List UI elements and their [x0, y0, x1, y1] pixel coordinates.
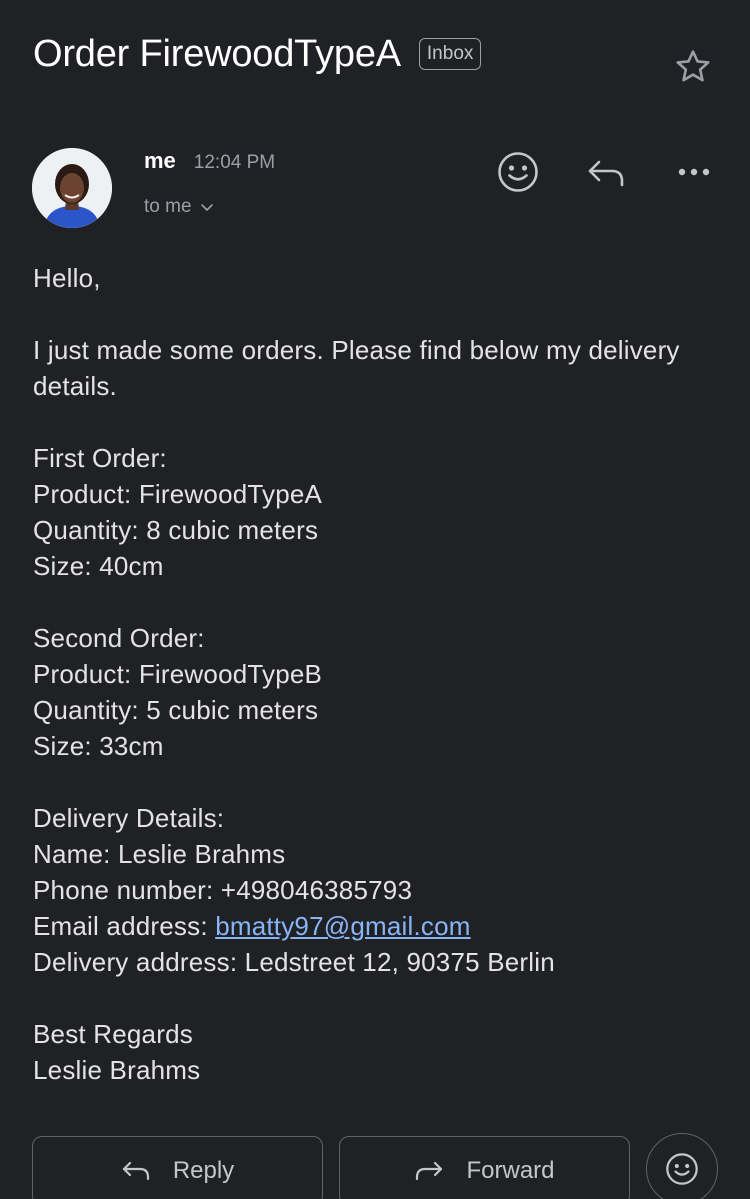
email-view: Order FirewoodTypeA Inbox me 12:04 PM to… — [0, 0, 750, 1199]
subject-row: Order FirewoodTypeA Inbox — [33, 30, 482, 78]
recipient-text: to me — [144, 196, 192, 217]
sent-time: 12:04 PM — [193, 152, 276, 173]
reply-icon[interactable] — [584, 150, 628, 194]
order2-quantity: Quantity: 5 cubic meters — [33, 695, 319, 725]
email-body: Hello, I just made some orders. Please f… — [33, 260, 723, 1088]
emoji-icon — [666, 1153, 698, 1185]
more-options-icon[interactable] — [672, 150, 716, 194]
forward-button[interactable]: Forward — [339, 1136, 630, 1199]
order1-heading: First Order: — [33, 443, 167, 473]
email-link[interactable]: bmatty97@gmail.com — [215, 911, 470, 941]
signature: Leslie Brahms — [33, 1055, 201, 1085]
order2-size: Size: 33cm — [33, 731, 164, 761]
star-icon[interactable] — [672, 46, 714, 88]
sender-avatar[interactable] — [32, 148, 112, 228]
greeting: Hello, — [33, 263, 101, 293]
order2-heading: Second Order: — [33, 623, 205, 653]
delivery-phone: Phone number: +498046385793 — [33, 875, 413, 905]
intro-paragraph: I just made some orders. Please find bel… — [33, 335, 680, 401]
inbox-label-chip[interactable]: Inbox — [418, 38, 482, 70]
delivery-heading: Delivery Details: — [33, 803, 225, 833]
forward-arrow-icon — [416, 1161, 443, 1181]
email-subject: Order FirewoodTypeA — [33, 33, 401, 75]
react-emoji-button[interactable] — [646, 1133, 718, 1199]
order1-size: Size: 40cm — [33, 551, 164, 581]
delivery-address: Delivery address: Ledstreet 12, 90375 Be… — [33, 947, 555, 977]
reply-arrow-icon — [122, 1161, 149, 1181]
sender-row: me 12:04 PM — [144, 148, 275, 174]
order1-quantity: Quantity: 8 cubic meters — [33, 515, 319, 545]
recipient-details-toggle[interactable]: to me — [144, 196, 214, 218]
email-label: Email address: — [33, 911, 216, 941]
delivery-email-line: Email address: bmatty97@gmail.com — [33, 908, 723, 944]
chevron-down-icon — [200, 204, 213, 211]
reply-label: Reply — [172, 1157, 235, 1184]
order1-product: Product: FirewoodTypeA — [33, 479, 323, 509]
delivery-name: Name: Leslie Brahms — [33, 839, 286, 869]
add-emoji-icon[interactable] — [496, 150, 540, 194]
forward-label: Forward — [466, 1157, 555, 1184]
reply-button[interactable]: Reply — [32, 1136, 323, 1199]
sender-name[interactable]: me — [144, 148, 176, 174]
avatar-portrait-icon — [32, 148, 112, 228]
order2-product: Product: FirewoodTypeB — [33, 659, 323, 689]
closing: Best Regards — [33, 1019, 193, 1049]
